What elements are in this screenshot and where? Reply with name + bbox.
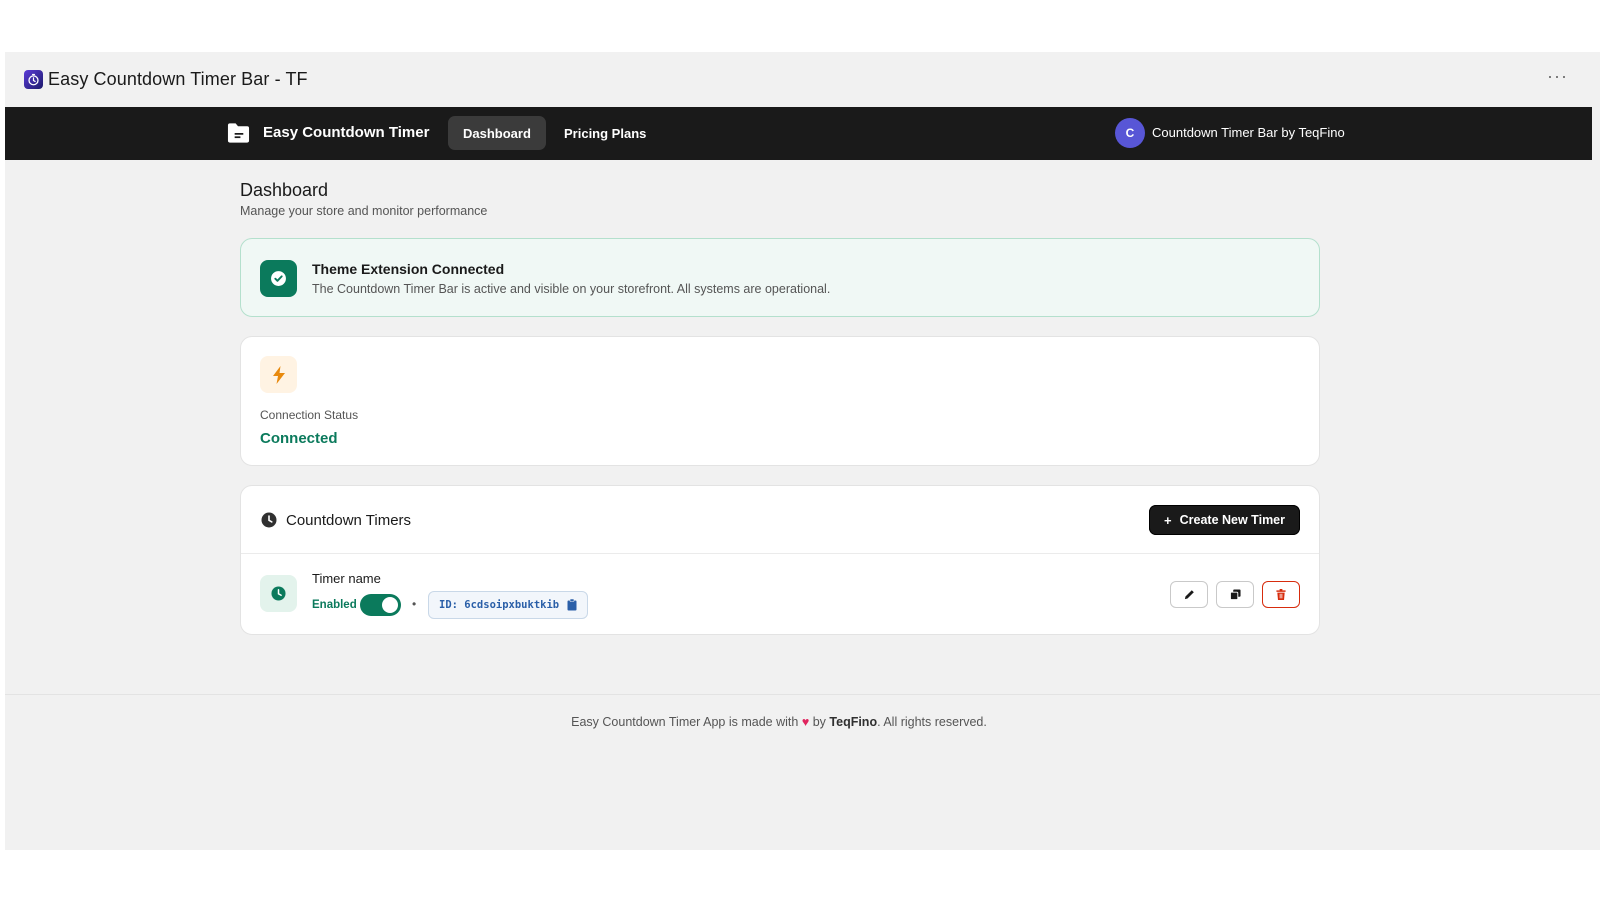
banner-text: The Countdown Timer Bar is active and vi…	[312, 282, 831, 296]
delete-timer-button[interactable]	[1262, 581, 1300, 608]
theme-extension-banner: Theme Extension Connected The Countdown …	[240, 238, 1320, 317]
pencil-icon	[1184, 590, 1194, 600]
more-options-icon[interactable]: ···	[1547, 66, 1568, 87]
timers-header: Countdown Timers + Create New Timer	[241, 486, 1319, 554]
edit-timer-button[interactable]	[1170, 581, 1208, 608]
countdown-timers-card: Countdown Timers + Create New Timer Time…	[240, 485, 1320, 635]
timer-enabled-toggle[interactable]	[360, 594, 401, 616]
tab-pricing-plans[interactable]: Pricing Plans	[549, 116, 661, 150]
app-title: Easy Countdown Timer Bar - TF	[48, 69, 308, 89]
shop-name[interactable]: Countdown Timer Bar by TeqFino	[1152, 125, 1345, 140]
plus-icon: +	[1164, 512, 1172, 528]
timer-name: Timer name	[312, 571, 381, 586]
connection-status-card: Connection Status Connected	[240, 336, 1320, 466]
top-navbar: Easy Countdown Timer Dashboard Pricing P…	[5, 107, 1592, 160]
app-timer-icon	[24, 70, 43, 89]
timer-enabled-label: Enabled	[312, 599, 357, 611]
timer-id-text: ID: 6cdsoipxbuktkib	[439, 599, 560, 611]
footer-prefix: Easy Countdown Timer App is made with	[571, 715, 799, 729]
clipboard-icon[interactable]	[567, 599, 577, 611]
timer-clock-icon	[260, 575, 297, 612]
check-circle-icon	[260, 260, 297, 297]
banner-title: Theme Extension Connected	[312, 261, 505, 277]
connection-status-value: Connected	[260, 430, 338, 447]
footer-divider	[5, 694, 1600, 695]
separator-dot: •	[412, 597, 417, 611]
tab-dashboard[interactable]: Dashboard	[448, 116, 546, 150]
create-new-timer-button[interactable]: + Create New Timer	[1149, 505, 1300, 535]
heart-icon: ♥	[801, 715, 810, 729]
page-subtitle: Manage your store and monitor performanc…	[240, 204, 488, 218]
footer-suffix: . All rights reserved.	[877, 715, 987, 729]
nav-brand[interactable]: Easy Countdown Timer	[263, 124, 429, 141]
folder-logo-icon	[227, 123, 250, 143]
clock-icon	[261, 512, 277, 528]
bolt-icon	[260, 356, 297, 393]
duplicate-timer-button[interactable]	[1216, 581, 1254, 608]
connection-status-label: Connection Status	[260, 408, 359, 422]
avatar[interactable]: C	[1115, 118, 1145, 148]
timer-id-chip[interactable]: ID: 6cdsoipxbuktkib	[428, 591, 589, 619]
footer-company-link[interactable]: TeqFino	[829, 715, 877, 729]
trash-icon	[1276, 589, 1286, 600]
footer-by: by	[812, 715, 826, 729]
title-bar: Easy Countdown Timer Bar - TF ···	[5, 52, 1600, 107]
timer-actions	[1170, 581, 1300, 608]
create-new-timer-label: Create New Timer	[1179, 513, 1285, 527]
duplicate-icon	[1229, 589, 1241, 600]
footer: Easy Countdown Timer App is made with ♥ …	[0, 715, 1558, 729]
timers-title: Countdown Timers	[286, 512, 412, 529]
page-title: Dashboard	[240, 180, 329, 200]
